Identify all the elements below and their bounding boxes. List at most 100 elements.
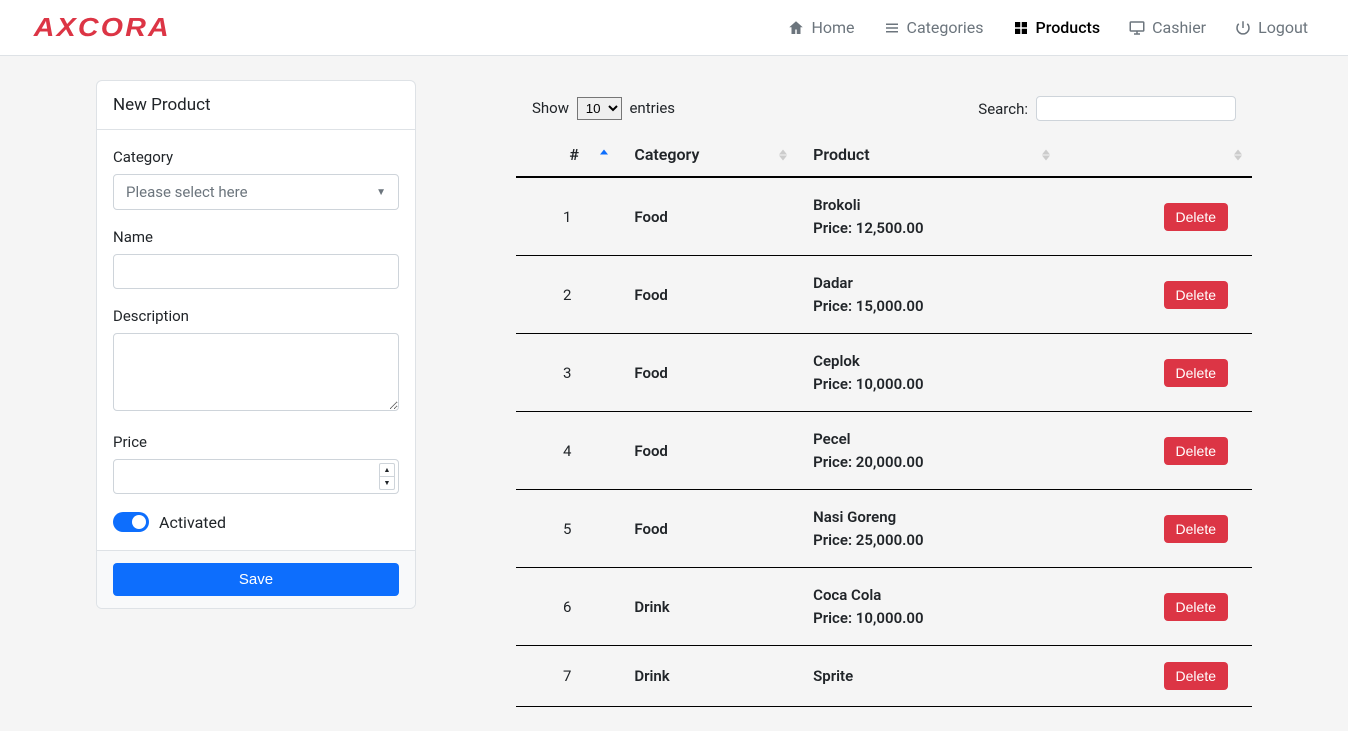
card-header: New Product (97, 81, 415, 130)
entries-label: entries (629, 99, 675, 117)
category-select[interactable]: Please select here ▼ (113, 174, 399, 210)
table-row: 2FoodDadarPrice: 15,000.00Delete (516, 256, 1252, 334)
show-entries-select[interactable]: 10 (577, 97, 622, 120)
nav-logout[interactable]: Logout (1234, 18, 1308, 37)
col-idx[interactable]: # (516, 133, 618, 177)
row-actions: Delete (1060, 177, 1253, 256)
nav-products[interactable]: Products (1012, 18, 1101, 37)
row-idx: 5 (516, 490, 618, 568)
table-row: 3FoodCeplokPrice: 10,000.00Delete (516, 334, 1252, 412)
search-row: Search: (978, 96, 1236, 121)
nav-items: Home Categories Products Cashier Logout (787, 18, 1308, 37)
sort-icons (1042, 149, 1050, 160)
power-icon (1234, 19, 1252, 37)
sort-down-icon (1042, 155, 1050, 160)
price-spin-up[interactable]: ▲ (380, 464, 394, 477)
price-input[interactable] (113, 459, 399, 494)
delete-button[interactable]: Delete (1164, 281, 1228, 309)
sort-down-icon (779, 155, 787, 160)
row-product: Nasi GorengPrice: 25,000.00 (797, 490, 1059, 568)
delete-button[interactable]: Delete (1164, 203, 1228, 231)
sort-up-icon (779, 149, 787, 154)
table-row: 7DrinkSprite Delete (516, 646, 1252, 707)
show-label: Show (532, 99, 569, 117)
row-actions: Delete (1060, 334, 1253, 412)
description-label: Description (113, 307, 399, 325)
row-category: Drink (618, 646, 797, 707)
description-group: Description (113, 307, 399, 415)
col-category[interactable]: Category (618, 133, 797, 177)
navbar: AXCORA Home Categories Products Cashier (0, 0, 1348, 56)
col-product-label: Product (813, 145, 870, 164)
price-label: Price (113, 433, 399, 451)
row-product: Sprite (797, 646, 1059, 707)
card-body: Category Please select here ▼ Name Descr… (97, 130, 415, 550)
row-idx: 4 (516, 412, 618, 490)
delete-button[interactable]: Delete (1164, 515, 1228, 543)
list-icon (883, 19, 901, 37)
monitor-icon (1128, 19, 1146, 37)
table-row: 4FoodPecelPrice: 20,000.00 Delete (516, 412, 1252, 490)
table-controls: Show 10 entries Search: (516, 96, 1252, 133)
products-table: # Category Product (516, 133, 1252, 707)
row-actions: Delete (1060, 646, 1253, 707)
col-actions[interactable] (1060, 133, 1253, 177)
new-product-card: New Product Category Please select here … (96, 80, 416, 609)
switch-knob (132, 515, 146, 529)
grid-icon (1012, 19, 1030, 37)
products-table-panel: Show 10 entries Search: # (516, 80, 1252, 707)
delete-button[interactable]: Delete (1164, 437, 1228, 465)
save-button[interactable]: Save (113, 563, 399, 596)
activated-label: Activated (159, 513, 226, 532)
price-spin-down[interactable]: ▼ (380, 477, 394, 489)
row-category: Food (618, 490, 797, 568)
sort-down-icon (1234, 155, 1242, 160)
table-row: 5FoodNasi GorengPrice: 25,000.00 Delete (516, 490, 1252, 568)
table-row: 1FoodBrokoliPrice: 12,500.00 Delete (516, 177, 1252, 256)
search-input[interactable] (1036, 96, 1236, 121)
delete-button[interactable]: Delete (1164, 593, 1228, 621)
nav-categories-label: Categories (907, 18, 984, 37)
brand-logo[interactable]: AXCORA (34, 12, 171, 43)
row-actions: Delete (1060, 490, 1253, 568)
col-product[interactable]: Product (797, 133, 1059, 177)
category-label: Category (113, 148, 399, 166)
row-product: PecelPrice: 20,000.00 (797, 412, 1059, 490)
nav-cashier[interactable]: Cashier (1128, 18, 1206, 37)
name-label: Name (113, 228, 399, 246)
row-idx: 2 (516, 256, 618, 334)
content: New Product Category Please select here … (0, 56, 1348, 731)
row-category: Food (618, 412, 797, 490)
description-input[interactable] (113, 333, 399, 411)
row-category: Food (618, 334, 797, 412)
price-group: Price ▲ ▼ (113, 433, 399, 494)
row-idx: 1 (516, 177, 618, 256)
sort-up-icon (1042, 149, 1050, 154)
activated-row: Activated (113, 512, 399, 532)
home-icon (787, 19, 805, 37)
activated-toggle[interactable] (113, 512, 149, 532)
show-entries: Show 10 entries (532, 97, 675, 120)
category-placeholder: Please select here (126, 183, 248, 201)
sort-icons (779, 149, 787, 160)
row-actions: Delete (1060, 256, 1253, 334)
nav-products-label: Products (1036, 18, 1101, 37)
name-group: Name (113, 228, 399, 289)
nav-categories[interactable]: Categories (883, 18, 984, 37)
nav-home-label: Home (811, 18, 854, 37)
delete-button[interactable]: Delete (1164, 359, 1228, 387)
row-category: Food (618, 177, 797, 256)
name-input[interactable] (113, 254, 399, 289)
nav-cashier-label: Cashier (1152, 18, 1206, 37)
caret-down-icon: ▼ (376, 187, 386, 198)
col-category-label: Category (634, 145, 699, 164)
nav-logout-label: Logout (1258, 18, 1308, 37)
nav-home[interactable]: Home (787, 18, 854, 37)
sort-up-icon (600, 149, 608, 154)
row-idx: 7 (516, 646, 618, 707)
row-product: BrokoliPrice: 12,500.00 (797, 177, 1059, 256)
col-idx-label: # (569, 145, 579, 164)
category-group: Category Please select here ▼ (113, 148, 399, 210)
row-category: Food (618, 256, 797, 334)
delete-button[interactable]: Delete (1164, 662, 1228, 690)
